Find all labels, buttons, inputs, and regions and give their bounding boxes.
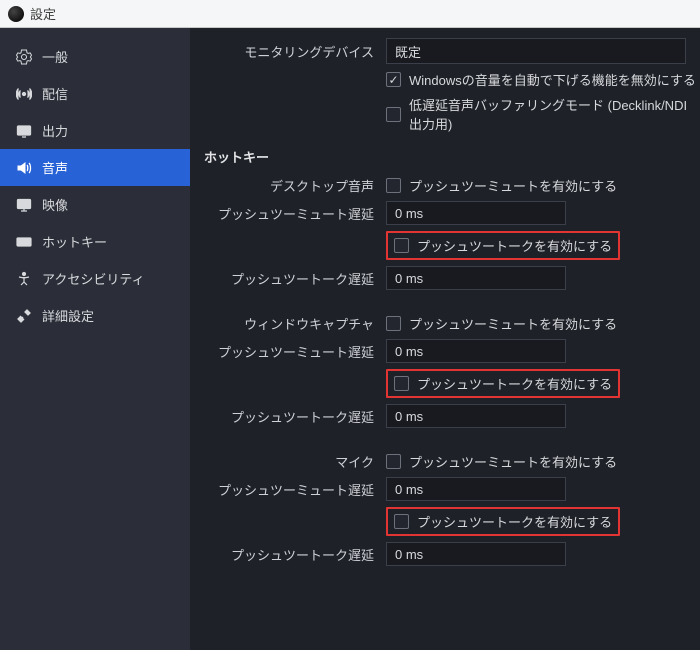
- push-talk-row[interactable]: プッシュツートークを有効にする: [386, 231, 620, 260]
- push-talk-delay-input[interactable]: 0 ms: [386, 404, 566, 428]
- push-talk-row[interactable]: プッシュツートークを有効にする: [386, 507, 620, 536]
- device-name: デスクトップ音声: [200, 176, 376, 195]
- device-name: マイク: [200, 452, 376, 471]
- push-mute-delay-input[interactable]: 0 ms: [386, 201, 566, 225]
- sidebar-item-label: 映像: [42, 195, 68, 214]
- sidebar-item-advanced[interactable]: 詳細設定: [0, 297, 190, 334]
- hotkey-device-group: マイク プッシュツーミュートを有効にする プッシュツーミュート遅延 0 ms プ…: [200, 452, 700, 566]
- lowlat-label: 低遅延音声バッファリングモード (Decklink/NDI 出力用): [409, 95, 700, 133]
- lowlat-checkbox-row[interactable]: 低遅延音声バッファリングモード (Decklink/NDI 出力用): [386, 95, 700, 133]
- push-talk-checkbox[interactable]: [394, 376, 409, 391]
- sidebar-item-label: 出力: [42, 121, 68, 140]
- gear-icon: [16, 49, 32, 65]
- sidebar: 一般 配信 出力 音声 映像: [0, 28, 190, 650]
- push-mute-checkbox[interactable]: [386, 454, 401, 469]
- lowlat-checkbox[interactable]: [386, 107, 401, 122]
- tools-icon: [16, 308, 32, 324]
- hotkeys-section-title: ホットキー: [204, 147, 700, 166]
- ducking-checkbox[interactable]: [386, 72, 401, 87]
- output-icon: [16, 123, 32, 139]
- sidebar-item-general[interactable]: 一般: [0, 38, 190, 75]
- sidebar-item-video[interactable]: 映像: [0, 186, 190, 223]
- push-talk-delay-input[interactable]: 0 ms: [386, 542, 566, 566]
- push-mute-delay-label: プッシュツーミュート遅延: [200, 342, 376, 361]
- hotkey-device-group: デスクトップ音声 プッシュツーミュートを有効にする プッシュツーミュート遅延 0…: [200, 176, 700, 290]
- device-name: ウィンドウキャプチャ: [200, 314, 376, 333]
- push-mute-delay-input[interactable]: 0 ms: [386, 339, 566, 363]
- speaker-icon: [16, 160, 32, 176]
- sidebar-item-audio[interactable]: 音声: [0, 149, 190, 186]
- push-talk-delay-label: プッシュツートーク遅延: [200, 545, 376, 564]
- sidebar-item-label: 一般: [42, 47, 68, 66]
- sidebar-item-label: 音声: [42, 158, 68, 177]
- push-mute-row[interactable]: プッシュツーミュートを有効にする: [386, 314, 617, 333]
- sidebar-item-output[interactable]: 出力: [0, 112, 190, 149]
- monitoring-device-label: モニタリングデバイス: [200, 42, 376, 61]
- push-mute-checkbox[interactable]: [386, 178, 401, 193]
- sidebar-item-label: 詳細設定: [42, 306, 94, 325]
- push-talk-checkbox[interactable]: [394, 514, 409, 529]
- push-mute-delay-input[interactable]: 0 ms: [386, 477, 566, 501]
- push-talk-delay-label: プッシュツートーク遅延: [200, 269, 376, 288]
- sidebar-item-stream[interactable]: 配信: [0, 75, 190, 112]
- titlebar: 設定: [0, 0, 700, 28]
- sidebar-item-hotkeys[interactable]: ホットキー: [0, 223, 190, 260]
- ducking-label: Windowsの音量を自動で下げる機能を無効にする: [409, 70, 696, 89]
- keyboard-icon: [16, 234, 32, 250]
- content-pane: モニタリングデバイス 既定 Windowsの音量を自動で下げる機能を無効にする: [190, 28, 700, 650]
- broadcast-icon: [16, 86, 32, 102]
- ducking-checkbox-row[interactable]: Windowsの音量を自動で下げる機能を無効にする: [386, 70, 696, 89]
- push-mute-delay-label: プッシュツーミュート遅延: [200, 204, 376, 223]
- push-talk-checkbox[interactable]: [394, 238, 409, 253]
- app-icon: [8, 6, 24, 22]
- sidebar-item-label: 配信: [42, 84, 68, 103]
- sidebar-item-label: ホットキー: [42, 232, 107, 251]
- hotkey-device-group: ウィンドウキャプチャ プッシュツーミュートを有効にする プッシュツーミュート遅延…: [200, 314, 700, 428]
- push-mute-row[interactable]: プッシュツーミュートを有効にする: [386, 176, 617, 195]
- monitoring-device-select[interactable]: 既定: [386, 38, 686, 64]
- sidebar-item-accessibility[interactable]: アクセシビリティ: [0, 260, 190, 297]
- push-talk-row[interactable]: プッシュツートークを有効にする: [386, 369, 620, 398]
- accessibility-icon: [16, 271, 32, 287]
- monitor-icon: [16, 197, 32, 213]
- push-talk-delay-label: プッシュツートーク遅延: [200, 407, 376, 426]
- push-mute-checkbox[interactable]: [386, 316, 401, 331]
- push-mute-delay-label: プッシュツーミュート遅延: [200, 480, 376, 499]
- push-talk-delay-input[interactable]: 0 ms: [386, 266, 566, 290]
- push-mute-row[interactable]: プッシュツーミュートを有効にする: [386, 452, 617, 471]
- sidebar-item-label: アクセシビリティ: [42, 269, 145, 288]
- window-title: 設定: [30, 4, 56, 23]
